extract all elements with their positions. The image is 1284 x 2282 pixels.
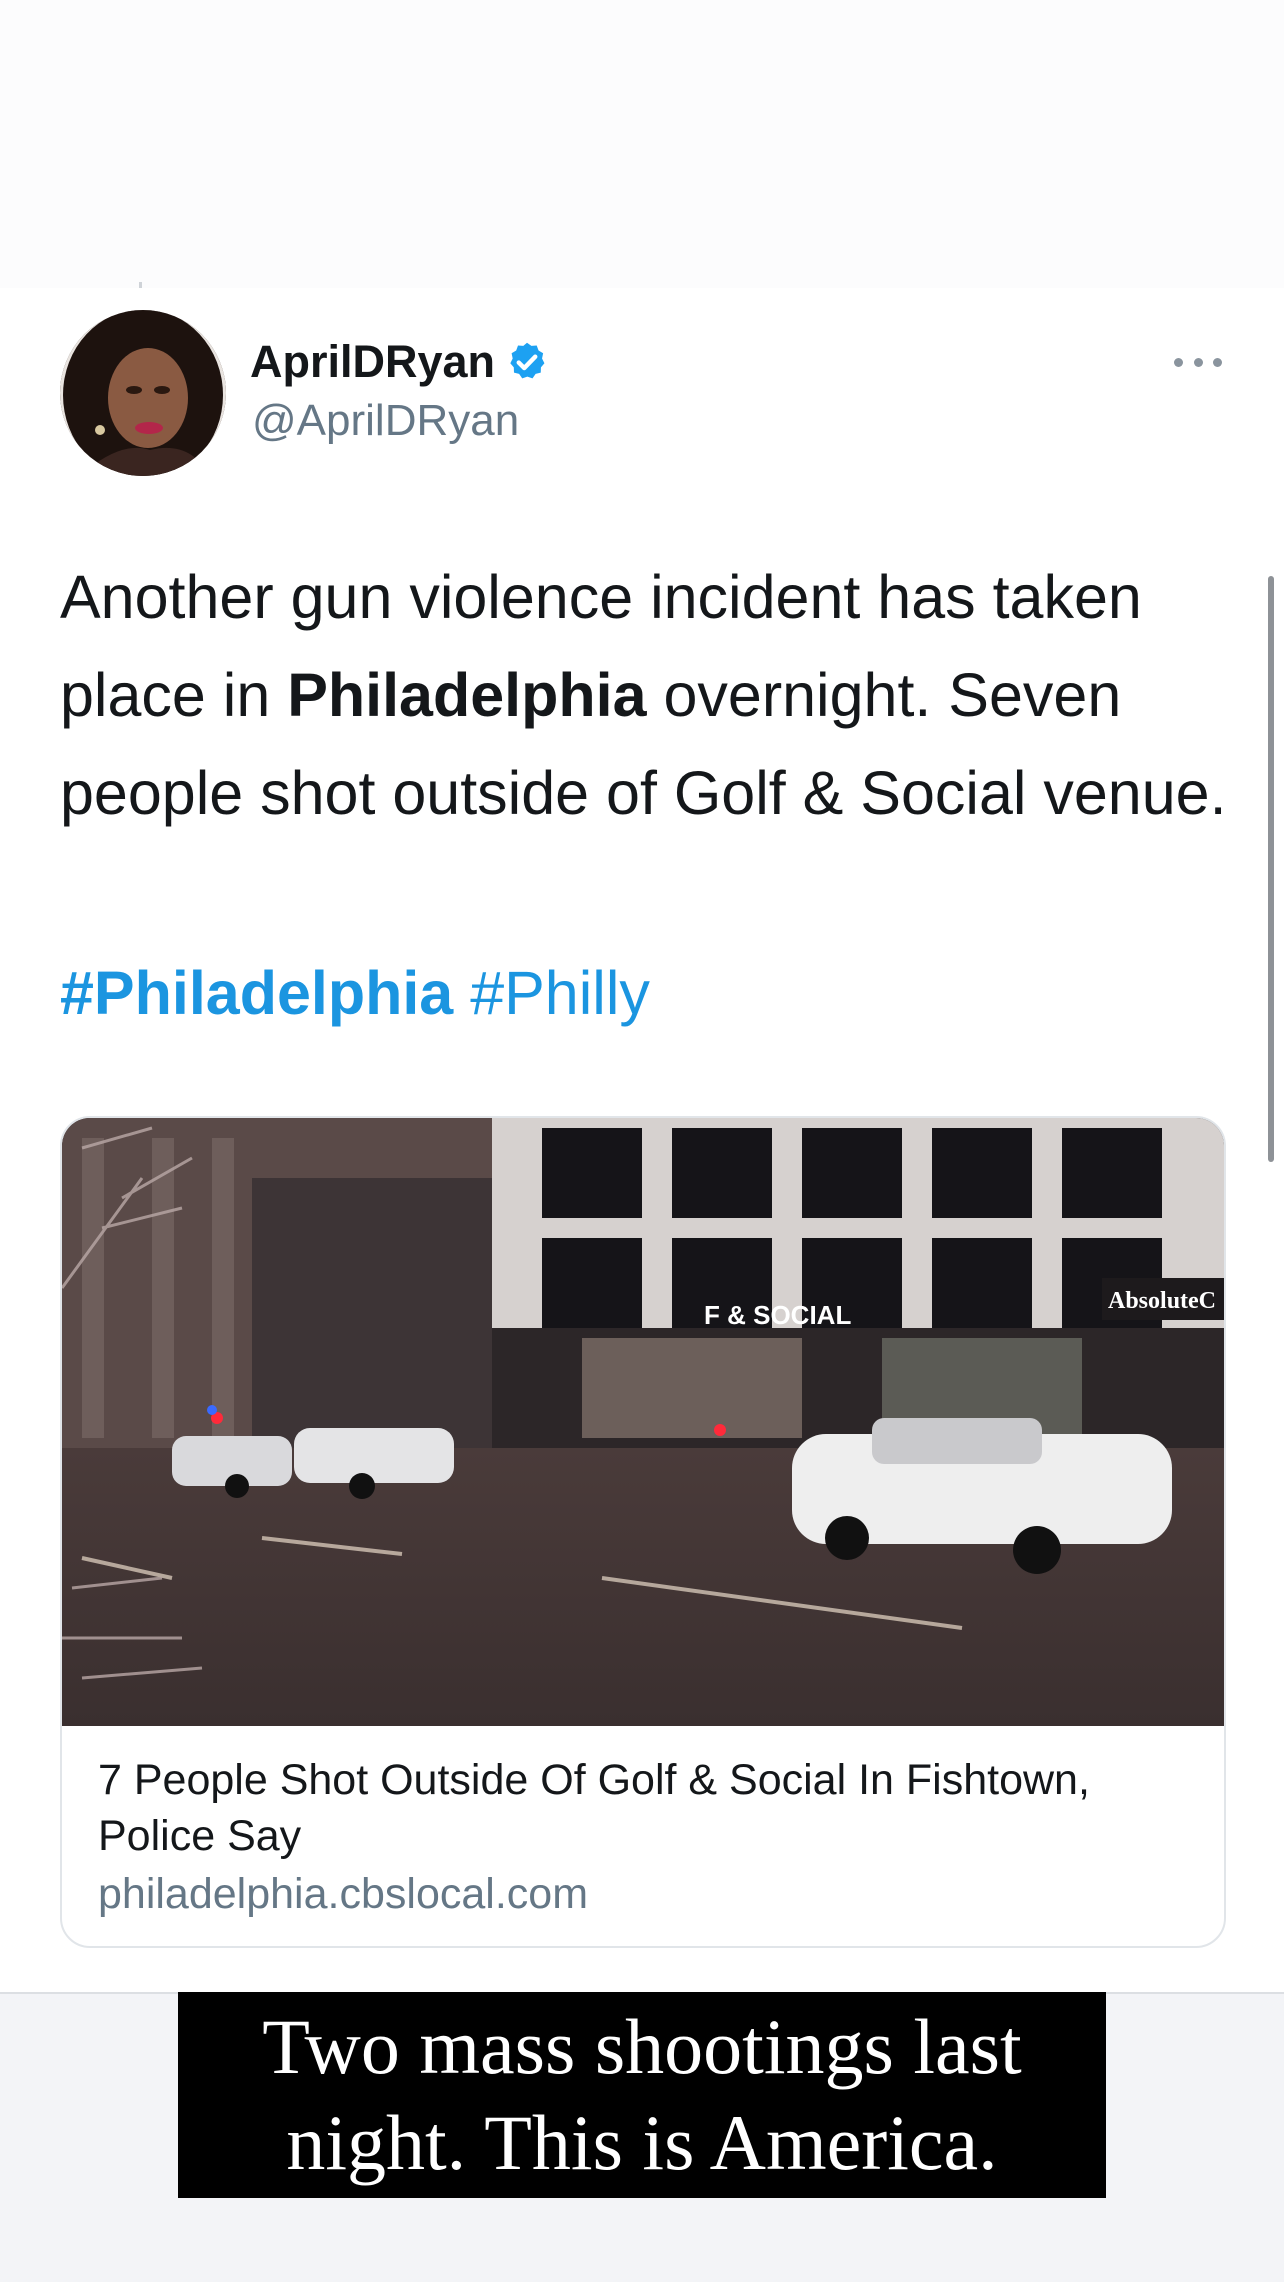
avatar[interactable] bbox=[60, 310, 226, 476]
story-caption: Two mass shootings last night. This is A… bbox=[178, 1992, 1106, 2198]
sign-absolute: AbsoluteC bbox=[1108, 1288, 1216, 1314]
display-name-row[interactable]: AprilDRyan bbox=[250, 334, 549, 390]
link-card-domain[interactable]: philadelphia.cbslocal.com bbox=[98, 1870, 588, 1919]
tweet-text-highlight: Philadelphia bbox=[287, 661, 647, 729]
sign-golf-social: F & SOCIAL bbox=[704, 1300, 851, 1330]
hashtags: #Philadelphia #Philly bbox=[60, 958, 650, 1028]
verified-badge-icon bbox=[505, 340, 549, 384]
more-options-icon[interactable] bbox=[1174, 350, 1222, 374]
link-preview-card[interactable]: F & SOCIAL AbsoluteC 7 People Shot Outsi… bbox=[60, 1116, 1226, 1948]
scrollbar[interactable] bbox=[1268, 576, 1274, 1162]
link-preview-image[interactable]: F & SOCIAL AbsoluteC bbox=[62, 1118, 1224, 1726]
hashtag-link[interactable]: #Philadelphia bbox=[60, 959, 453, 1027]
display-name[interactable]: AprilDRyan bbox=[250, 336, 495, 388]
avatar-image bbox=[60, 310, 226, 476]
link-card-title[interactable]: 7 People Shot Outside Of Golf & Social I… bbox=[98, 1752, 1188, 1864]
hashtag-link[interactable]: #Philly bbox=[470, 959, 650, 1027]
caption-line: night. This is America. bbox=[286, 2099, 998, 2186]
caption-line: Two mass shootings last bbox=[262, 2003, 1022, 2090]
tweet-text: Another gun violence incident has taken … bbox=[60, 548, 1240, 842]
top-blank-area bbox=[0, 0, 1284, 292]
user-handle[interactable]: @AprilDRyan bbox=[252, 396, 519, 446]
